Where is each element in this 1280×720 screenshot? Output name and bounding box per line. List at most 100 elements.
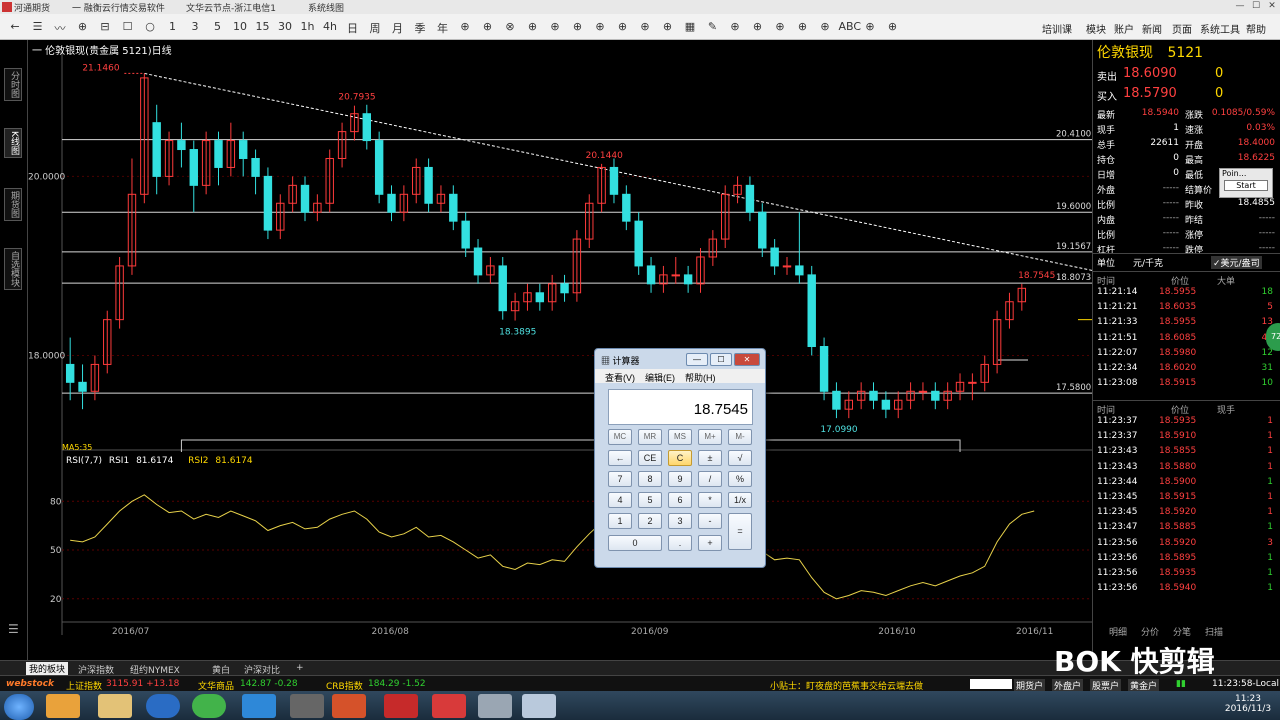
candle-body[interactable] [646, 265, 656, 285]
chart-canvas[interactable]: 20.000018.000020.410019.600019.156718.80… [28, 40, 1092, 660]
candle-body[interactable] [251, 157, 260, 177]
tool-16-icon[interactable]: 周 [366, 20, 384, 36]
tool-33-icon[interactable]: ⊕ [749, 20, 767, 33]
start-orb-icon[interactable] [4, 694, 34, 720]
unit-value[interactable]: 元/千克 [1133, 256, 1163, 269]
tool-3-icon[interactable]: ⊕ [74, 20, 92, 33]
menu-item-4[interactable]: 页面 [1172, 21, 1192, 36]
tab-custom-module[interactable]: 自选模块 [4, 248, 22, 290]
tool-37-icon[interactable]: ABC [839, 20, 862, 33]
candle-body[interactable] [498, 265, 507, 312]
candle-body[interactable] [362, 113, 372, 142]
tool-31-icon[interactable]: ✎ [704, 20, 722, 33]
kline-chart[interactable]: 20.0000 18.0000 20.4100 19.6000 19.1567 18.80… [28, 40, 1092, 660]
calc-key[interactable]: MR [638, 429, 662, 445]
buy-row[interactable]: 买入 18.5790 0 [1093, 86, 1280, 104]
tool-10-icon[interactable]: 10 [231, 20, 249, 33]
calc-key[interactable]: MC [608, 429, 632, 445]
close-icon[interactable]: ✕ [1264, 1, 1280, 11]
candle-body[interactable] [745, 184, 755, 213]
candle-body[interactable] [782, 265, 792, 268]
quote-tab-0[interactable]: 明细 [1109, 625, 1127, 638]
calc-key[interactable]: 6 [668, 492, 692, 508]
calc-key[interactable]: * [698, 492, 722, 508]
tool-26-icon[interactable]: ⊕ [591, 20, 609, 33]
candle-body[interactable] [770, 247, 779, 267]
menu-item-0[interactable]: 培训课 [1042, 21, 1072, 36]
tool-0-icon[interactable]: ← [6, 20, 24, 33]
calc-key[interactable]: 3 [668, 513, 692, 529]
candle-body[interactable] [671, 274, 680, 277]
candle-body[interactable] [449, 193, 458, 222]
tool-27-icon[interactable]: ⊕ [614, 20, 632, 33]
candle-body[interactable] [881, 399, 891, 410]
candle-body[interactable] [832, 390, 841, 410]
server-node[interactable]: 文华云节点-浙江电信1 [186, 1, 276, 14]
quote-tab-3[interactable]: 扫描 [1205, 625, 1223, 638]
candle-body[interactable] [968, 381, 977, 384]
sell-row[interactable]: 卖出 18.6090 0 [1093, 66, 1280, 84]
maximize-icon[interactable]: ☐ [1248, 1, 1264, 11]
calc-key[interactable]: √ [728, 450, 752, 466]
calc-key[interactable]: - [698, 513, 722, 529]
sheet-tab-5[interactable]: + [296, 663, 304, 673]
float-badge[interactable]: 72 [1266, 323, 1280, 351]
calc-maximize-icon[interactable]: ☐ [710, 353, 732, 366]
tool-30-icon[interactable]: ▦ [681, 20, 699, 33]
calc-minimize-icon[interactable]: — [686, 353, 708, 366]
tool-23-icon[interactable]: ⊕ [524, 20, 542, 33]
candle-body[interactable] [819, 346, 829, 392]
calc-key[interactable]: % [728, 471, 752, 487]
tab-kline[interactable]: K线图 [4, 128, 22, 158]
candle-body[interactable] [683, 274, 693, 285]
calc-menu-view[interactable]: 查看(V) [605, 371, 635, 384]
tab-timeshare[interactable]: 分时图 [4, 68, 22, 101]
sheet-tab-0[interactable]: 我的板块 [26, 662, 69, 675]
tool-15-icon[interactable]: 日 [344, 20, 362, 36]
minimize-icon[interactable]: — [1232, 1, 1248, 11]
taskbar-k-icon[interactable] [146, 694, 180, 718]
candle-body[interactable] [461, 220, 470, 249]
candle-body[interactable] [634, 220, 643, 267]
taskbar-folder-icon[interactable] [98, 694, 132, 718]
candle-body[interactable] [300, 184, 310, 213]
tool-1-icon[interactable]: ☰ [29, 20, 47, 33]
calc-close-icon[interactable]: ✕ [734, 353, 760, 366]
candle-body[interactable] [374, 140, 384, 195]
menu-lines-icon[interactable]: ☰ [8, 622, 19, 636]
candle-body[interactable] [807, 274, 816, 348]
tab-futures[interactable]: 期货图 [4, 188, 22, 221]
calc-key[interactable]: 8 [638, 471, 662, 487]
calc-key[interactable]: / [698, 471, 722, 487]
quote-tab-2[interactable]: 分笔 [1173, 625, 1191, 638]
menu-item-1[interactable]: 模块 [1086, 21, 1106, 36]
tool-24-icon[interactable]: ⊕ [546, 20, 564, 33]
candle-body[interactable] [931, 390, 940, 401]
candle-body[interactable] [622, 193, 631, 222]
calc-key[interactable]: ← [608, 450, 632, 466]
candle-body[interactable] [263, 175, 273, 231]
tool-9-icon[interactable]: 5 [209, 20, 227, 33]
tool-14-icon[interactable]: 4h [321, 20, 339, 33]
candle-body[interactable] [609, 166, 619, 195]
calc-key[interactable]: MS [668, 429, 692, 445]
calc-key[interactable]: ± [698, 450, 722, 466]
candle-body[interactable] [214, 140, 223, 168]
taskbar-clock[interactable]: 11:23 2016/11/3 [1220, 694, 1276, 714]
candle-body[interactable] [387, 193, 396, 213]
calc-key[interactable]: 1/x [728, 492, 752, 508]
menu-item-3[interactable]: 新闻 [1142, 21, 1162, 36]
tool-21-icon[interactable]: ⊕ [479, 20, 497, 33]
taskbar-calculator-icon[interactable] [478, 694, 512, 718]
tool-18-icon[interactable]: 季 [411, 20, 429, 36]
tool-35-icon[interactable]: ⊕ [794, 20, 812, 33]
tool-6-icon[interactable]: ○ [141, 20, 159, 33]
candle-body[interactable] [535, 292, 545, 303]
tool-38-icon[interactable]: ⊕ [861, 20, 879, 33]
candle-body[interactable] [78, 381, 87, 392]
tool-28-icon[interactable]: ⊕ [636, 20, 654, 33]
tool-12-icon[interactable]: 30 [276, 20, 294, 33]
tool-25-icon[interactable]: ⊕ [569, 20, 587, 33]
tool-29-icon[interactable]: ⊕ [659, 20, 677, 33]
menu-item-6[interactable]: 帮助 [1246, 21, 1266, 36]
